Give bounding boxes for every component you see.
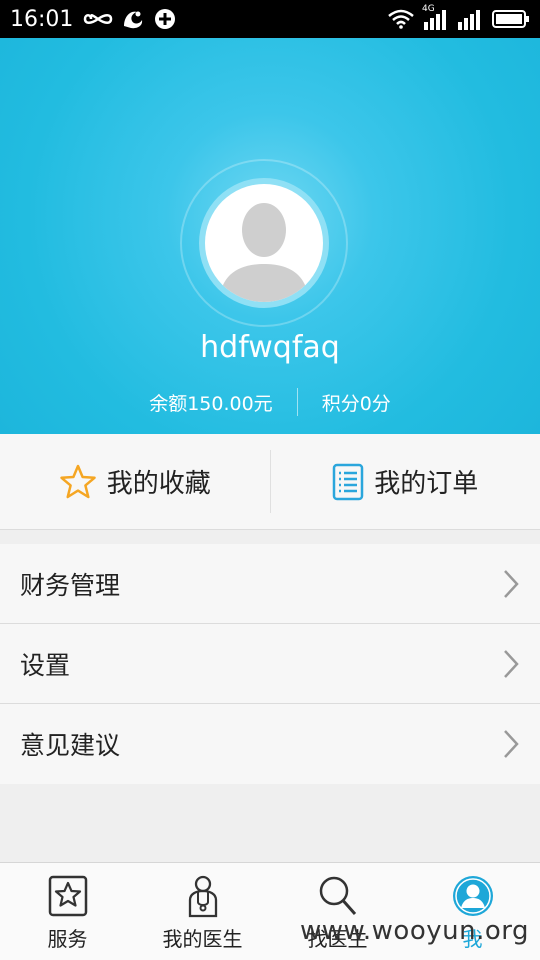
menu-item-label: 设置 xyxy=(20,650,71,680)
app-badge-icon xyxy=(155,9,176,29)
signal-4g: 4G xyxy=(422,4,448,30)
network-type-label: 4G xyxy=(422,4,435,14)
status-system-icons: 4G xyxy=(388,4,530,30)
service-star-icon xyxy=(47,873,89,919)
order-list-icon xyxy=(332,463,364,500)
points-text[interactable]: 积分0分 xyxy=(298,389,415,416)
search-icon xyxy=(317,873,359,919)
chevron-right-icon xyxy=(504,730,519,758)
menu-item-label: 财务管理 xyxy=(20,570,121,600)
avatar-button[interactable] xyxy=(199,178,329,308)
profile-header: hdfwqfaq 余额150.00元 积分0分 xyxy=(0,38,540,434)
chevron-right-icon xyxy=(504,649,519,678)
my-favorites-button[interactable]: 我的收藏 xyxy=(0,434,270,529)
watermark: www.wooyun.org xyxy=(300,916,530,946)
wifi-icon xyxy=(388,9,414,29)
status-time: 16:01 xyxy=(10,6,74,32)
settings-menu: 财务管理 设置 意见建议 xyxy=(0,544,540,784)
signal-bars-icon-2 xyxy=(458,10,480,30)
tab-my-doctors[interactable]: 我的医生 xyxy=(135,863,270,960)
uc-browser-icon xyxy=(124,11,143,29)
tab-label: 服务 xyxy=(47,927,88,951)
tab-label: 我的医生 xyxy=(162,927,243,951)
my-orders-button[interactable]: 我的订单 xyxy=(271,434,540,529)
menu-item-finance[interactable]: 财务管理 xyxy=(0,544,540,624)
username: hdfwqfaq xyxy=(200,330,340,365)
star-icon xyxy=(59,464,96,498)
user-icon xyxy=(451,873,495,919)
my-favorites-label: 我的收藏 xyxy=(106,469,211,499)
menu-item-settings[interactable]: 设置 xyxy=(0,624,540,704)
balance-text[interactable]: 余额150.00元 xyxy=(125,389,296,416)
status-notification-icons xyxy=(83,7,177,31)
doctor-icon xyxy=(186,873,220,919)
account-stats: 余额150.00元 积分0分 xyxy=(0,386,540,418)
status-bar: 16:01 4G xyxy=(0,0,540,38)
menu-item-label: 意见建议 xyxy=(20,731,121,760)
battery-icon xyxy=(492,10,529,28)
chevron-right-icon xyxy=(504,569,519,598)
default-avatar-silhouette-icon xyxy=(219,203,309,302)
my-orders-label: 我的订单 xyxy=(374,469,479,499)
infinity-icon xyxy=(84,14,113,24)
tab-service[interactable]: 服务 xyxy=(0,863,135,960)
menu-item-feedback[interactable]: 意见建议 xyxy=(0,704,540,784)
quick-actions: 我的收藏 我的订单 xyxy=(0,434,540,530)
avatar xyxy=(205,184,323,302)
